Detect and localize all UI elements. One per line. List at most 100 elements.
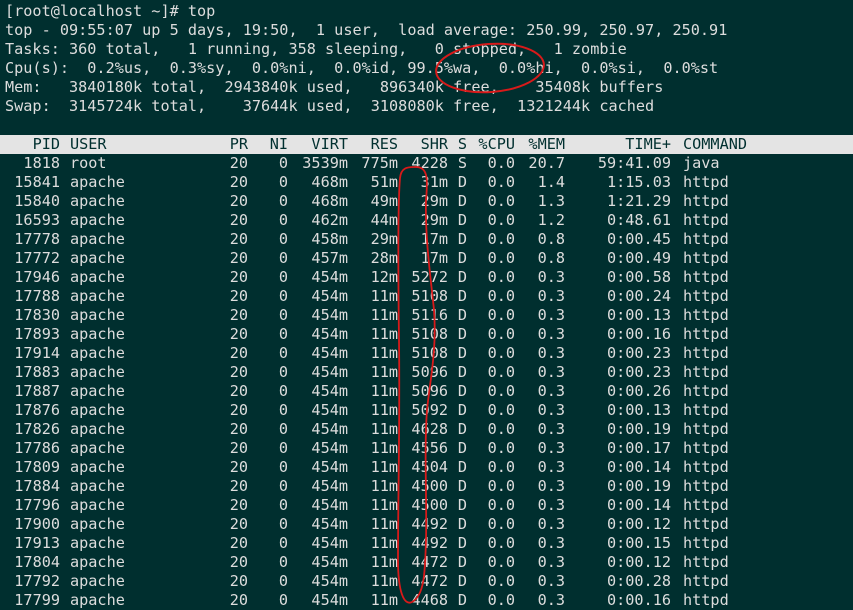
cell-user: apache — [70, 287, 125, 305]
cell-state: D — [457, 287, 467, 305]
cell-cpu: 0.0 — [487, 515, 515, 533]
cell-shr: 5272 — [411, 268, 448, 286]
cell-nice: 0 — [278, 268, 288, 286]
cell-shr: 5108 — [411, 287, 448, 305]
cell-command: httpd — [683, 173, 729, 191]
cell-time: 0:00.14 — [606, 496, 671, 514]
cell-cpu: 0.0 — [487, 420, 515, 438]
cell-priority: 20 — [229, 439, 248, 457]
cell-cpu: 0.0 — [487, 344, 515, 362]
terminal-window[interactable]: [root@localhost ~]# top top - 09:55:07 u… — [0, 2, 853, 610]
cell-priority: 20 — [229, 477, 248, 495]
cell-shr: 5116 — [411, 306, 448, 324]
cell-pid: 17796 — [14, 496, 60, 514]
cell-mem: 0.3 — [537, 268, 565, 286]
cell-priority: 20 — [229, 553, 248, 571]
cell-mem: 0.3 — [537, 591, 565, 609]
summary-tasks-line: Tasks: 360 total, 1 running, 358 sleepin… — [5, 40, 627, 58]
cell-res: 12m — [370, 268, 398, 286]
process-row: 17883 apache 20 0 454m 11m 5096 D 0.0 0.3 0:00.23 h… — [5, 363, 853, 382]
cell-mem: 0.8 — [537, 230, 565, 248]
cell-cpu: 0.0 — [487, 192, 515, 210]
cell-time: 0:00.49 — [606, 249, 671, 267]
cell-priority: 20 — [229, 249, 248, 267]
cell-pid: 17946 — [14, 268, 60, 286]
cell-mem: 0.8 — [537, 249, 565, 267]
cell-priority: 20 — [229, 420, 248, 438]
cell-priority: 20 — [229, 591, 248, 609]
cell-res: 11m — [370, 591, 398, 609]
cell-nice: 0 — [278, 458, 288, 476]
cell-time: 0:00.12 — [606, 515, 671, 533]
cell-command: httpd — [683, 477, 729, 495]
process-row: 17884 apache 20 0 454m 11m 4500 D 0.0 0.3 0:00.19 h… — [5, 477, 853, 496]
cell-virt: 468m — [311, 173, 348, 191]
cell-mem: 1.4 — [537, 173, 565, 191]
cell-user: apache — [70, 439, 125, 457]
process-row: 17876 apache 20 0 454m 11m 5092 D 0.0 0.3 0:00.13 h… — [5, 401, 853, 420]
cell-shr: 4628 — [411, 420, 448, 438]
cell-time: 0:48.61 — [606, 211, 671, 229]
cell-time: 1:15.03 — [606, 173, 671, 191]
cell-time: 0:00.19 — [606, 477, 671, 495]
cell-cpu: 0.0 — [487, 325, 515, 343]
cell-shr: 4500 — [411, 477, 448, 495]
cell-shr: 5108 — [411, 325, 448, 343]
cell-nice: 0 — [278, 230, 288, 248]
cell-virt: 454m — [311, 401, 348, 419]
column-header-cpu: %CPU — [478, 135, 515, 153]
cell-shr: 4472 — [411, 553, 448, 571]
cell-shr: 5096 — [411, 382, 448, 400]
cell-cpu: 0.0 — [487, 477, 515, 495]
cell-res: 11m — [370, 515, 398, 533]
cell-res: 11m — [370, 382, 398, 400]
cell-command: httpd — [683, 306, 729, 324]
cell-nice: 0 — [278, 306, 288, 324]
cell-priority: 20 — [229, 496, 248, 514]
cell-user: apache — [70, 553, 125, 571]
cell-mem: 0.3 — [537, 439, 565, 457]
cell-command: httpd — [683, 268, 729, 286]
cell-res: 44m — [370, 211, 398, 229]
cell-time: 0:00.23 — [606, 363, 671, 381]
cell-res: 11m — [370, 458, 398, 476]
cell-priority: 20 — [229, 173, 248, 191]
cell-user: apache — [70, 306, 125, 324]
process-row: 17913 apache 20 0 454m 11m 4492 D 0.0 0.3 0:00.15 h… — [5, 534, 853, 553]
cell-shr: 5092 — [411, 401, 448, 419]
column-header-user: USER — [70, 135, 107, 153]
process-row: 17786 apache 20 0 454m 11m 4556 D 0.0 0.3 0:00.17 h… — [5, 439, 853, 458]
cell-command: httpd — [683, 420, 729, 438]
cell-virt: 468m — [311, 192, 348, 210]
process-row: 17796 apache 20 0 454m 11m 4500 D 0.0 0.3 0:00.14 h… — [5, 496, 853, 515]
cell-user: apache — [70, 192, 125, 210]
process-row: 17826 apache 20 0 454m 11m 4628 D 0.0 0.3 0:00.19 h… — [5, 420, 853, 439]
process-row: 17804 apache 20 0 454m 11m 4472 D 0.0 0.3 0:00.12 h… — [5, 553, 853, 572]
cell-command: httpd — [683, 458, 729, 476]
cell-res: 11m — [370, 363, 398, 381]
cell-shr: 29m — [420, 211, 448, 229]
prompt-line: [root@localhost ~]# top — [5, 2, 216, 20]
cell-res: 49m — [370, 192, 398, 210]
cell-nice: 0 — [278, 192, 288, 210]
cell-shr: 4468 — [411, 591, 448, 609]
cell-cpu: 0.0 — [487, 230, 515, 248]
cell-nice: 0 — [278, 439, 288, 457]
cell-time: 0:00.13 — [606, 401, 671, 419]
cell-res: 28m — [370, 249, 398, 267]
cell-shr: 17m — [420, 249, 448, 267]
process-row: 17900 apache 20 0 454m 11m 4492 D 0.0 0.3 0:00.12 h… — [5, 515, 853, 534]
cell-nice: 0 — [278, 382, 288, 400]
cell-nice: 0 — [278, 363, 288, 381]
cell-res: 29m — [370, 230, 398, 248]
cell-mem: 0.3 — [537, 496, 565, 514]
column-header-priority: PR — [229, 135, 248, 153]
cell-priority: 20 — [229, 306, 248, 324]
cell-state: D — [457, 249, 467, 267]
cell-user: apache — [70, 249, 125, 267]
cell-time: 0:00.28 — [606, 572, 671, 590]
process-row: 17887 apache 20 0 454m 11m 5096 D 0.0 0.3 0:00.26 h… — [5, 382, 853, 401]
cell-res: 11m — [370, 477, 398, 495]
cell-time: 0:00.26 — [606, 382, 671, 400]
